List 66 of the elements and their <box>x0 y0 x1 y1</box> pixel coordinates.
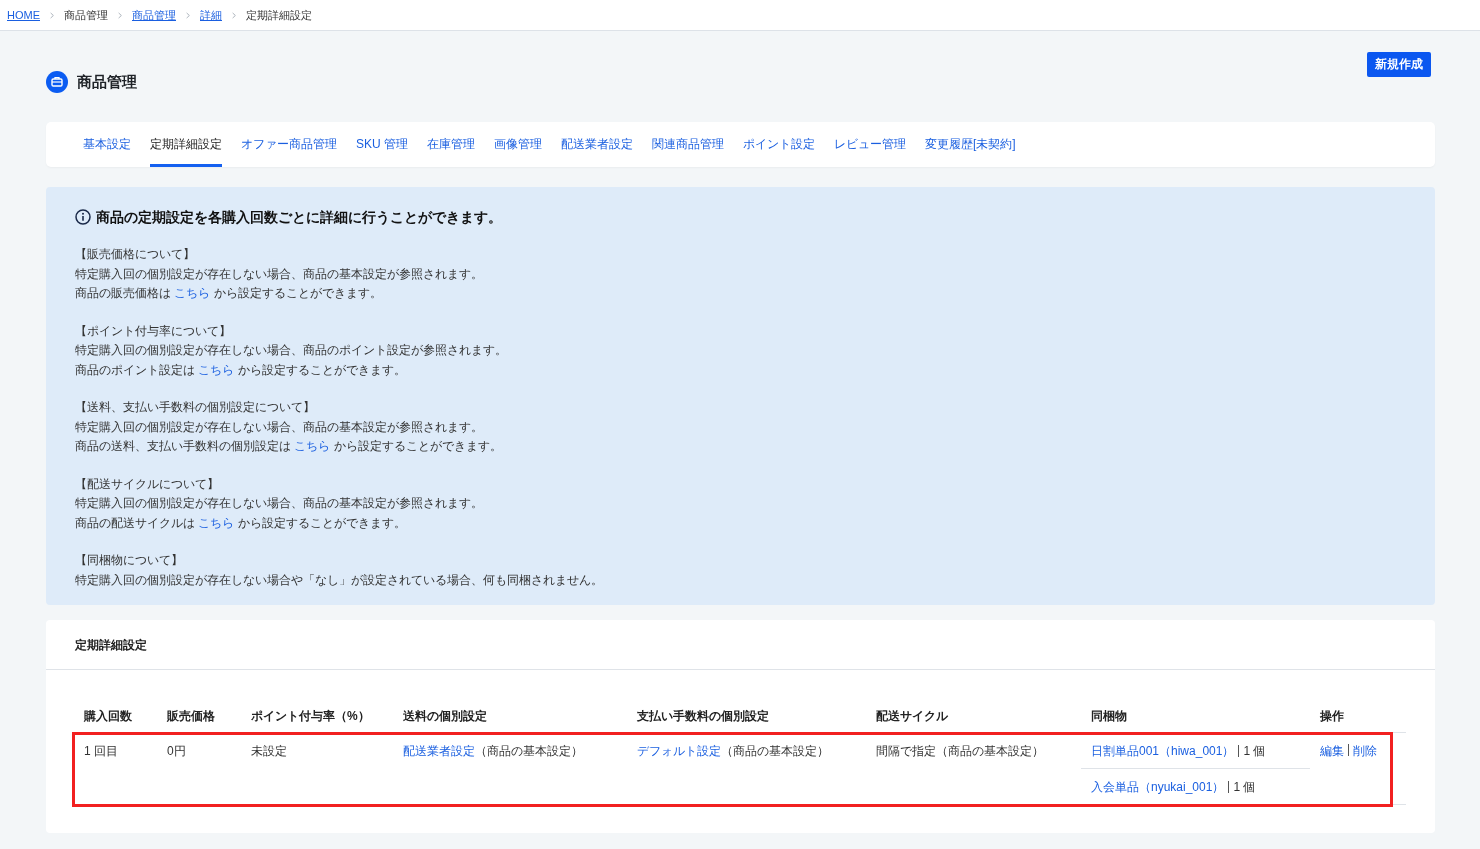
chevron-icon <box>50 11 54 19</box>
tab[interactable]: 関連商品管理 <box>652 122 724 167</box>
notice-heading: 商品の定期設定を各購入回数ごとに詳細に行うことができます。 <box>96 208 502 227</box>
tab[interactable]: オファー商品管理 <box>241 122 337 167</box>
table-cell: 未設定 <box>251 744 287 758</box>
bundled-item-link[interactable]: 日割単品001（hiwa_001） <box>1091 743 1235 759</box>
section-title: 【送料、支払い手数料の個別設定について】 <box>75 399 316 416</box>
column-header: 操作 <box>1319 708 1345 725</box>
tab[interactable]: 画像管理 <box>494 122 542 167</box>
quantity-text: 1 個 <box>1243 743 1266 759</box>
tab[interactable]: 配送業者設定 <box>561 122 633 167</box>
notice-text: 特定購入回の個別設定が存在しない場合や「なし」が設定されている場合、何も同梱されません。 <box>75 571 604 589</box>
card-title: 定期詳細設定 <box>46 620 1435 670</box>
new-button[interactable]: 新規作成 <box>1367 52 1431 77</box>
column-header: 同梱物 <box>1090 708 1128 725</box>
action-link[interactable]: 削除 <box>1353 744 1377 758</box>
notice-text: 商品のポイント設定は こちら から設定することができます。 <box>75 361 407 379</box>
section-title: 【販売価格について】 <box>75 246 196 263</box>
tab[interactable]: 変更履歴[未契約] <box>925 122 1016 167</box>
tab[interactable]: レビュー管理 <box>834 122 906 167</box>
notice-text: 特定購入回の個別設定が存在しない場合、商品のポイント設定が参照されます。 <box>75 342 508 359</box>
chevron-icon <box>118 11 122 19</box>
here-link[interactable]: こちら <box>174 286 211 300</box>
column-header: 送料の個別設定 <box>402 708 488 725</box>
quantity-text: 1 個 <box>1233 779 1256 795</box>
bundled-item-link[interactable]: 入会単品（nyukai_001） <box>1091 779 1225 795</box>
tab[interactable]: 基本設定 <box>83 122 131 167</box>
tab[interactable]: ポイント設定 <box>743 122 815 167</box>
action-link[interactable]: 編集 <box>1320 744 1344 758</box>
fee-link[interactable]: デフォルト設定 <box>637 744 721 758</box>
tab[interactable]: 在庫管理 <box>427 122 475 167</box>
tab[interactable]: 定期詳細設定 <box>150 122 222 167</box>
here-link[interactable]: こちら <box>294 439 331 453</box>
breadcrumb-link[interactable]: 商品管理 <box>132 8 176 22</box>
notice-text: 商品の販売価格は こちら から設定することができます。 <box>75 285 383 302</box>
briefcase-icon <box>46 71 68 93</box>
column-header: 販売価格 <box>166 708 216 725</box>
section-title: 【配送サイクルについて】 <box>75 475 220 493</box>
breadcrumb-item: 定期詳細設定 <box>246 8 312 22</box>
breadcrumb-link[interactable]: 詳細 <box>200 8 222 22</box>
breadcrumb-item: 商品管理 <box>64 8 108 22</box>
notice-text: 商品の送料、支払い手数料の個別設定は こちら から設定することができます。 <box>75 438 503 455</box>
notice-text: 商品の配送サイクルは こちら から設定することができます。 <box>75 514 407 532</box>
notice-text: 特定購入回の個別設定が存在しない場合、商品の基本設定が参照されます。 <box>75 418 484 436</box>
section-title: 【ポイント付与率について】 <box>75 322 232 340</box>
table-cell: 間隔で指定（商品の基本設定） <box>876 744 1044 758</box>
page-title: 商品管理 <box>77 72 137 92</box>
column-header: 支払い手数料の個別設定 <box>636 708 770 725</box>
cell-note: （商品の基本設定） <box>721 744 829 758</box>
column-header: ポイント付与率（%） <box>250 708 371 725</box>
here-link[interactable]: こちら <box>198 515 235 530</box>
column-header: 配送サイクル <box>875 708 949 725</box>
tab[interactable]: SKU 管理 <box>356 122 408 167</box>
chevron-icon <box>186 11 190 19</box>
shipping-link[interactable]: 配送業者設定 <box>403 744 475 758</box>
notice-text: 特定購入回の個別設定が存在しない場合、商品の基本設定が参照されます。 <box>75 265 484 283</box>
chevron-icon <box>232 11 236 19</box>
info-icon <box>75 209 91 225</box>
section-title: 【同梱物について】 <box>75 552 184 569</box>
table-cell: 1 回目 <box>84 744 118 758</box>
here-link[interactable]: こちら <box>198 362 235 377</box>
column-header: 購入回数 <box>83 708 133 725</box>
notice-text: 特定購入回の個別設定が存在しない場合、商品の基本設定が参照されます。 <box>75 495 484 512</box>
table-cell: 0円 <box>167 744 186 758</box>
cell-note: （商品の基本設定） <box>475 744 583 758</box>
breadcrumb-link[interactable]: HOME <box>7 8 40 22</box>
